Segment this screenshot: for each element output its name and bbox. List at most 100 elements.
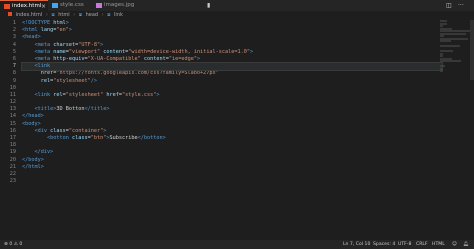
code-editor[interactable]: <!DOCTYPE html> <html lang="en"> <head> <m… (21, 20, 443, 185)
line-number[interactable]: 7 (0, 63, 18, 70)
code-line[interactable]: </body> (22, 157, 442, 164)
code-token: > (100, 41, 104, 48)
code-line[interactable]: </html> (22, 164, 442, 171)
code-token: "style.css" (121, 91, 157, 98)
warning-icon: ⚠ (13, 242, 18, 247)
code-token: "UTF-8" (78, 41, 101, 48)
notifications-icon[interactable]: 🔔︎ (463, 240, 469, 249)
line-number[interactable]: 3 (0, 34, 18, 41)
line-number[interactable]: 14 (0, 113, 18, 120)
code-line[interactable]: <head> (22, 34, 442, 41)
code-line[interactable]: <link rel="stylesheet" href="style.css"> (22, 92, 442, 99)
code-line[interactable]: <title>3D Botton</title> (22, 106, 442, 113)
tab-index-html[interactable]: index.html × (0, 0, 48, 11)
code-token: > (250, 48, 254, 55)
code-line[interactable]: <meta charset="UTF-8"> (22, 42, 442, 49)
line-number[interactable]: 21 (0, 164, 18, 171)
code-token: > (156, 91, 160, 98)
code-token: "X-UA-Compatible" (87, 55, 141, 62)
line-number[interactable]: 19 (0, 149, 18, 156)
line-number[interactable]: 12 (0, 99, 18, 106)
code-token: <html (22, 27, 41, 34)
code-line[interactable]: <div class="container"> (22, 128, 442, 135)
code-line[interactable]: <link (21, 62, 443, 72)
code-token: <head> (22, 34, 41, 41)
code-line[interactable]: <meta name="viewport" content="width=dev… (22, 49, 442, 56)
code-token: <div (34, 127, 51, 134)
breadcrumb-item-head[interactable]: head (86, 12, 98, 18)
breadcrumb-separator: › (45, 12, 48, 18)
line-number[interactable]: 8 (0, 70, 18, 77)
line-number[interactable]: 23 (0, 178, 18, 185)
line-number[interactable]: 5 (0, 49, 18, 56)
tab-images-jpg[interactable]: images.jpg (92, 0, 142, 11)
line-number[interactable]: 15 (0, 121, 18, 128)
tab-label: index.html (12, 3, 42, 9)
split-editor-icon[interactable]: ◫ (446, 0, 452, 11)
line-number[interactable]: 6 (0, 56, 18, 63)
code-line[interactable] (22, 178, 442, 185)
eol-status[interactable]: CRLF (416, 240, 428, 249)
line-number[interactable]: 20 (0, 157, 18, 164)
code-token: class (50, 127, 66, 134)
problems-status[interactable]: ⊗ 0 ⚠ 0 (4, 240, 22, 249)
breadcrumb-separator: › (73, 12, 76, 18)
feedback-icon[interactable]: ☺ (452, 240, 457, 249)
code-line[interactable]: <body> (22, 121, 442, 128)
code-line[interactable]: <!DOCTYPE html> (22, 20, 442, 27)
tab-style-css[interactable]: style.css (48, 0, 92, 11)
code-line[interactable] (22, 99, 442, 106)
breadcrumb-item-html[interactable]: html (58, 12, 69, 18)
html-file-icon (4, 4, 10, 9)
line-number[interactable]: 17 (0, 135, 18, 142)
code-token: http-equiv (53, 55, 85, 62)
code-token: <meta (34, 48, 54, 55)
line-number-gutter[interactable]: 1 2 3 4 5 6 7 8 9 10 11 12 13 14 15 16 17 18 19 20 21 22 23 (0, 20, 18, 185)
code-line[interactable] (22, 85, 442, 92)
tab-cluster-icon[interactable]: ▮ (207, 0, 210, 11)
code-line[interactable]: </div> (22, 149, 442, 156)
cursor-position[interactable]: Ln 7, Col 10 (343, 240, 370, 249)
code-line[interactable]: </head> (22, 113, 442, 120)
line-number[interactable]: 11 (0, 92, 18, 99)
line-number[interactable]: 13 (0, 106, 18, 113)
line-number[interactable]: 1 (0, 20, 18, 27)
indentation-status[interactable]: Spaces: 4 (373, 240, 395, 249)
code-token: </botton> (137, 135, 166, 141)
code-token: "width=device-width, initial-scale=1.0" (128, 48, 251, 55)
code-line[interactable] (22, 142, 442, 149)
line-number[interactable]: 16 (0, 128, 18, 135)
breadcrumb-item-link[interactable]: link (114, 12, 123, 18)
minimap[interactable] (440, 20, 470, 150)
code-token: content (143, 55, 166, 62)
code-line[interactable]: href="https://fonts.googleapis.com/css?f… (22, 70, 442, 77)
code-token: </html> (22, 163, 44, 170)
minimap-line (440, 45, 460, 47)
code-line[interactable]: <html lang="en"> (22, 27, 442, 34)
code-token: 3D Botton (56, 106, 85, 113)
breadcrumb-item-file[interactable]: index.html (16, 12, 43, 18)
code-line[interactable]: <botton class="btn">Subscribe</botton> (22, 135, 442, 142)
code-line[interactable]: rel="stylesheet"/> (22, 78, 442, 85)
encoding-status[interactable]: UTF-8 (398, 240, 411, 249)
error-icon: ⊗ (4, 242, 8, 247)
line-number[interactable]: 9 (0, 78, 18, 85)
more-actions-icon[interactable]: ··· (458, 0, 464, 11)
line-number[interactable]: 10 (0, 85, 18, 92)
vertical-scrollbar[interactable] (470, 20, 474, 80)
code-line[interactable]: <meta http-equiv="X-UA-Compatible" conte… (22, 56, 442, 63)
line-number[interactable]: 22 (0, 171, 18, 178)
line-number[interactable]: 2 (0, 27, 18, 34)
language-mode[interactable]: HTML (432, 240, 445, 249)
code-token: <botton (47, 135, 72, 141)
line-number[interactable]: 4 (0, 42, 18, 49)
error-count: 0 (9, 242, 13, 247)
css-file-icon (52, 3, 58, 8)
code-line[interactable] (22, 171, 442, 178)
line-number[interactable]: 18 (0, 142, 18, 149)
